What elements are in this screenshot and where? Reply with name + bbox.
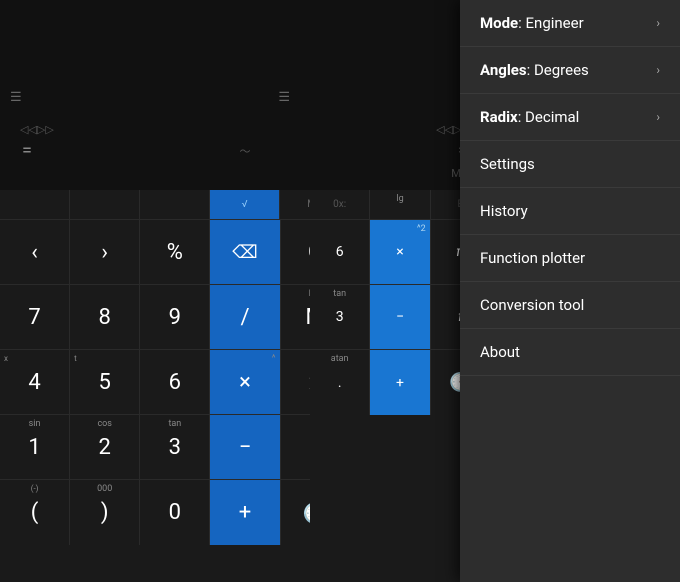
- menu-item-label: Function plotter: [480, 249, 585, 267]
- nav-fwd: ▷▷: [37, 123, 54, 136]
- hamburger-icon2: ☰: [278, 90, 290, 105]
- label-cell: [140, 190, 210, 219]
- chevron-right-icon: ›: [656, 110, 660, 124]
- menu-item-label: About: [480, 343, 520, 361]
- menu-item-history[interactable]: History: [460, 188, 680, 235]
- label-cell: [70, 190, 140, 219]
- display-nav-row: ◁◁ ▷▷ ◁◁ ▷▷: [12, 123, 478, 136]
- key-backspace[interactable]: ⌫: [210, 220, 280, 284]
- menu-item-function-plotter[interactable]: Function plotter: [460, 235, 680, 282]
- key-close-paren[interactable]: 000 ): [70, 480, 140, 545]
- key-6[interactable]: 6: [140, 350, 210, 414]
- menu-item-conversion-tool[interactable]: Conversion tool: [460, 282, 680, 329]
- menu-item-label: Mode: Engineer: [480, 14, 584, 32]
- nav-back: ◁◁: [20, 123, 37, 136]
- key-9[interactable]: 9: [140, 285, 210, 349]
- menu-item-settings[interactable]: Settings: [460, 141, 680, 188]
- menu-item-about[interactable]: About: [460, 329, 680, 376]
- ext-key-3[interactable]: tan 3: [310, 285, 370, 349]
- key-5[interactable]: t 5: [70, 350, 140, 414]
- key-multiply[interactable]: ^ ×: [210, 350, 280, 414]
- menu-item-mode[interactable]: Mode: Engineer ›: [460, 0, 680, 47]
- display-area: ⋮ ◁◁ ▷▷ ◁◁ ▷▷ = 〜 = MC ☰ ☰: [0, 0, 490, 190]
- menu-item-label: Radix: Decimal: [480, 108, 579, 126]
- key-open-paren[interactable]: (-) (: [0, 480, 70, 545]
- menu-item-label: Angles: Degrees: [480, 61, 589, 79]
- wave-icon: 〜: [240, 143, 251, 159]
- key-minus[interactable]: −: [210, 415, 280, 479]
- menu-item-angles[interactable]: Angles: Degrees ›: [460, 47, 680, 94]
- ext-key-plus2[interactable]: +: [370, 350, 430, 415]
- ext-key-dot[interactable]: atan .: [310, 350, 370, 415]
- key-1[interactable]: sin 1: [0, 415, 70, 479]
- key-7[interactable]: 7: [0, 285, 70, 349]
- label-cell: [0, 190, 70, 219]
- equals-left: =: [22, 140, 32, 161]
- key-plus[interactable]: +: [210, 480, 280, 545]
- chevron-right-icon: ›: [656, 16, 660, 30]
- menu-item-radix[interactable]: Radix: Decimal ›: [460, 94, 680, 141]
- display-sub-row: MC: [12, 167, 478, 180]
- display-equals-row: = 〜 =: [12, 140, 478, 161]
- nav-back2: ◁◁: [436, 123, 453, 136]
- context-menu: Mode: Engineer›Angles: Degrees›Radix: De…: [460, 0, 680, 582]
- ext-key-minus2[interactable]: −: [370, 285, 430, 349]
- key-4[interactable]: x 4: [0, 350, 70, 414]
- ext-key[interactable]: lg 6: [310, 220, 370, 284]
- ext-key-multiply[interactable]: ^2 ×: [370, 220, 430, 284]
- key-2[interactable]: cos 2: [70, 415, 140, 479]
- key-3[interactable]: tan 3: [140, 415, 210, 479]
- menu-item-label: Settings: [480, 155, 535, 173]
- key-left1[interactable]: ‹: [0, 220, 70, 284]
- key-0[interactable]: 0: [140, 480, 210, 545]
- key-right1[interactable]: ›: [70, 220, 140, 284]
- label-cell-blue: √: [210, 190, 280, 219]
- menu-item-label: History: [480, 202, 528, 220]
- menu-item-label: Conversion tool: [480, 296, 584, 314]
- chevron-right-icon: ›: [656, 63, 660, 77]
- hamburger-icon[interactable]: ☰: [10, 90, 22, 105]
- menu-items-list: Mode: Engineer›Angles: Degrees›Radix: De…: [460, 0, 680, 376]
- key-percent[interactable]: %: [140, 220, 210, 284]
- key-divide[interactable]: /: [210, 285, 280, 349]
- key-8[interactable]: 8: [70, 285, 140, 349]
